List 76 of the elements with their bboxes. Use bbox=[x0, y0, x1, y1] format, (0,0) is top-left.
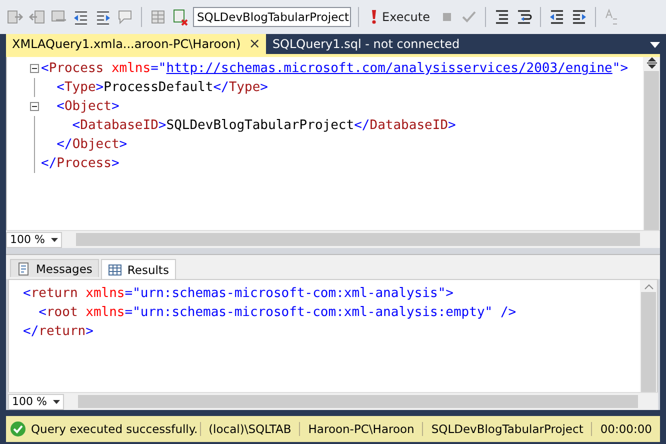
code-token: > bbox=[158, 117, 166, 135]
code-token: > bbox=[448, 117, 456, 135]
scrollbar-thumb[interactable] bbox=[641, 292, 656, 392]
code-token: </ bbox=[23, 323, 39, 341]
grid-icon bbox=[108, 262, 122, 276]
zoom-dropdown[interactable]: 100 % bbox=[8, 394, 64, 410]
results-tab[interactable]: Messages bbox=[10, 259, 100, 277]
code-token: </ bbox=[56, 136, 72, 154]
code-token: > bbox=[86, 323, 94, 341]
code-token: Process bbox=[48, 60, 104, 78]
outdent-icon[interactable] bbox=[548, 8, 566, 26]
code-token: DatabaseID bbox=[80, 117, 158, 135]
exclamation-icon bbox=[370, 10, 378, 24]
wrap-icon[interactable] bbox=[515, 8, 533, 26]
code-token: > bbox=[260, 79, 268, 97]
code-token: Type bbox=[64, 79, 96, 97]
scrollbar-thumb[interactable] bbox=[644, 71, 659, 230]
collapse-icon[interactable] bbox=[30, 64, 38, 73]
scroll-up-icon[interactable] bbox=[644, 284, 654, 290]
code-token: > bbox=[111, 98, 120, 116]
database-name: SQLDevBlogTabularProject bbox=[422, 422, 592, 436]
document-icon bbox=[17, 262, 31, 276]
code-token: DatabaseID bbox=[370, 117, 448, 135]
dropdown-arrow-icon[interactable] bbox=[650, 42, 660, 48]
code-token: return bbox=[38, 323, 86, 341]
caret-icon bbox=[53, 400, 60, 404]
server-name: (local)\SQLTAB bbox=[200, 422, 300, 436]
scrollbar-thumb[interactable] bbox=[78, 395, 638, 408]
code-token: xmlns bbox=[110, 60, 151, 78]
align-icon[interactable] bbox=[493, 8, 511, 26]
execute-button[interactable]: Execute bbox=[366, 10, 434, 24]
code-token: < bbox=[38, 304, 46, 322]
document-tab[interactable]: XMLAQuery1.xmla...aroon-PC\Haroon) × bbox=[6, 34, 266, 54]
code-token: Process bbox=[56, 155, 112, 173]
table-icon[interactable] bbox=[149, 8, 167, 26]
code-token: ="urn:schemas-microsoft-com:xml-analysis"> bbox=[124, 285, 454, 303]
code-token: </ bbox=[41, 155, 57, 173]
status-message: Query executed successfully. bbox=[30, 422, 199, 436]
code-token: Type bbox=[228, 79, 260, 97]
code-token: < bbox=[23, 285, 31, 303]
code-token: > bbox=[96, 79, 104, 97]
close-icon[interactable]: × bbox=[248, 36, 260, 52]
code-token: =" bbox=[150, 60, 166, 78]
code-token: </ bbox=[354, 117, 370, 135]
code-token: root bbox=[46, 304, 78, 322]
document-tab[interactable]: SQLQuery1.sql - not connected bbox=[266, 34, 466, 54]
code-token: </ bbox=[213, 79, 229, 97]
code-token: xmlns bbox=[84, 285, 125, 303]
user-name: Haroon-PC\Haroon bbox=[299, 422, 422, 436]
split-icon[interactable] bbox=[646, 57, 658, 69]
database-dropdown[interactable]: SQLDevBlogTabularProject bbox=[193, 7, 351, 27]
code-token: < bbox=[56, 98, 64, 116]
code-token: > bbox=[119, 136, 128, 154]
code-token: return bbox=[30, 285, 78, 303]
collapse-icon[interactable] bbox=[30, 102, 38, 111]
code-token: > bbox=[111, 155, 120, 173]
code-token: < bbox=[56, 79, 64, 97]
code-token: < bbox=[41, 60, 49, 78]
scrollbar-thumb[interactable] bbox=[76, 233, 640, 246]
code-token: ="urn:schemas-microsoft-com:xml-analysis:empty" /> bbox=[124, 304, 516, 322]
code-token: < bbox=[71, 117, 80, 135]
code-editor[interactable]: <Process xmlns="http://schemas.microsoft.com/analysisservices/2003/engine"> <Type>ProcessDefault</Type> <Object> <DatabaseID>SQLDevBlogTabularProject</DatabaseID> </Object> </Process> bbox=[6, 57, 660, 230]
results-tab[interactable]: Results bbox=[101, 259, 176, 279]
elapsed-time: 00:00:00 bbox=[591, 422, 660, 436]
code-token: Object bbox=[64, 98, 112, 116]
success-icon bbox=[10, 421, 26, 437]
zoom-dropdown[interactable]: 100 % bbox=[6, 232, 62, 248]
code-token: ProcessDefault bbox=[104, 79, 214, 97]
indent-icon[interactable] bbox=[570, 8, 588, 26]
code-token: Object bbox=[72, 136, 120, 154]
caret-icon bbox=[51, 238, 58, 242]
code-token: xmlns bbox=[84, 304, 125, 322]
url-link[interactable]: http://schemas.microsoft.com/analysisservices/2003/engine bbox=[166, 59, 612, 78]
code-token: SQLDevBlogTabularProject bbox=[166, 117, 354, 135]
table-delete-icon[interactable] bbox=[171, 8, 189, 26]
code-token: "> bbox=[612, 60, 628, 78]
